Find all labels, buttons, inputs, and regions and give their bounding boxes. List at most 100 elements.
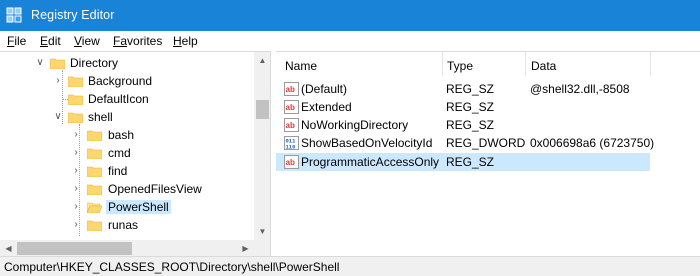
list-header: Name Type Data: [276, 52, 700, 76]
value-type: REG_SZ: [446, 100, 495, 114]
dword-value-icon: 011110: [284, 136, 299, 150]
tree-item-label: find: [108, 164, 128, 178]
tree-item-cmd[interactable]: › cmd: [0, 144, 254, 162]
menu-bar: File Edit View Favorites Help: [0, 31, 700, 51]
column-divider[interactable]: [650, 52, 651, 76]
value-name: (Default): [301, 82, 348, 96]
scrollbar-corner: [254, 240, 270, 256]
column-header-name[interactable]: Name: [285, 59, 317, 73]
menu-help-key: H: [173, 34, 182, 48]
tree-item-defaulticon[interactable]: DefaultIcon: [0, 90, 254, 108]
status-bar: Computer\HKEY_CLASSES_ROOT\Directory\she…: [0, 256, 700, 276]
value-type: REG_SZ: [446, 118, 495, 132]
collapsed-arrow-icon[interactable]: ›: [70, 144, 82, 162]
tree-item-openedfilesview[interactable]: › OpenedFilesView: [0, 180, 254, 198]
expand-arrow-icon[interactable]: ∨: [34, 54, 46, 72]
menu-file-rest: ile: [14, 34, 27, 48]
window-title: Registry Editor: [31, 8, 115, 22]
title-bar[interactable]: Registry Editor: [0, 0, 700, 31]
expand-arrow-icon[interactable]: ∨: [52, 108, 64, 126]
value-row[interactable]: ab (Default) REG_SZ @shell32.dll,-8508: [276, 80, 650, 98]
menu-edit[interactable]: Edit: [40, 34, 61, 48]
tree-item-shell[interactable]: ∨ shell: [0, 108, 254, 126]
value-row[interactable]: ab NoWorkingDirectory REG_SZ: [276, 116, 650, 134]
string-value-icon: ab: [284, 82, 299, 96]
folder-icon: [68, 76, 83, 87]
tree-item-label: Directory: [70, 56, 119, 70]
scroll-down-arrow-icon[interactable]: ▼: [254, 223, 270, 240]
tree-item-powershell[interactable]: › PowerShell: [0, 198, 254, 216]
value-name: NoWorkingDirectory: [301, 118, 409, 132]
registry-path: Computer\HKEY_CLASSES_ROOT\Directory\she…: [4, 260, 340, 274]
folder-icon: [87, 148, 102, 159]
value-row-selected[interactable]: ab ProgrammaticAccessOnly REG_SZ: [276, 153, 650, 171]
collapsed-arrow-icon[interactable]: ›: [70, 198, 82, 216]
tree-vertical-scrollbar[interactable]: ▲ ▼: [254, 52, 270, 240]
menu-edit-rest: dit: [48, 34, 61, 48]
collapsed-arrow-icon[interactable]: ›: [70, 216, 82, 234]
svg-text:ab: ab: [286, 158, 295, 167]
value-type: REG_SZ: [446, 155, 495, 169]
tree-item-bash[interactable]: › bash: [0, 126, 254, 144]
menu-help[interactable]: Help: [173, 34, 198, 48]
key-tree-pane[interactable]: ∨ Directory › Background DefaultIcon ∨ s…: [0, 51, 271, 256]
value-data: @shell32.dll,-8508: [530, 82, 630, 96]
value-row[interactable]: 011 110 ShowBasedOnVelocityId REG_DWORD 0…: [276, 134, 654, 152]
scroll-right-arrow-icon[interactable]: ▶: [237, 240, 254, 256]
tree-item-label: shell: [88, 110, 113, 124]
svg-text:ab: ab: [286, 103, 295, 112]
string-value-icon: ab: [284, 100, 299, 114]
folder-icon: [68, 94, 83, 105]
registry-icon: [6, 7, 22, 23]
column-divider[interactable]: [442, 52, 443, 76]
svg-text:ab: ab: [286, 85, 295, 94]
collapsed-arrow-icon[interactable]: ›: [70, 162, 82, 180]
menu-help-rest: elp: [181, 34, 198, 48]
column-header-data[interactable]: Data: [531, 59, 556, 73]
tree-item-label: cmd: [108, 146, 131, 160]
folder-icon: [68, 112, 83, 123]
values-list-pane[interactable]: Name Type Data ab (Default) REG_SZ @shel…: [276, 51, 700, 256]
scroll-thumb[interactable]: [17, 242, 132, 255]
value-row[interactable]: ab Extended REG_SZ: [276, 98, 650, 116]
value-type: REG_DWORD: [446, 136, 526, 150]
scroll-left-arrow-icon[interactable]: ◀: [0, 240, 17, 256]
folder-icon: [87, 130, 102, 141]
tree-horizontal-scrollbar[interactable]: ◀ ▶: [0, 240, 254, 256]
tree-item-background[interactable]: › Background: [0, 72, 254, 90]
folder-icon: [87, 220, 102, 231]
scroll-thumb[interactable]: [256, 100, 269, 119]
string-value-icon: ab: [284, 155, 299, 169]
tree-item-directory[interactable]: ∨ Directory: [0, 54, 254, 72]
collapsed-arrow-icon[interactable]: ›: [52, 72, 64, 90]
menu-view-key: V: [74, 34, 82, 48]
svg-text:110: 110: [286, 144, 296, 151]
column-header-type[interactable]: Type: [447, 59, 473, 73]
value-name: ShowBasedOnVelocityId: [301, 136, 433, 150]
collapsed-arrow-icon[interactable]: ›: [70, 126, 82, 144]
tree-item-label: Background: [88, 74, 153, 88]
value-type: REG_SZ: [446, 82, 495, 96]
column-divider[interactable]: [525, 52, 526, 76]
menu-view[interactable]: View: [74, 34, 100, 48]
tree-item-runas[interactable]: › runas: [0, 216, 254, 234]
menu-edit-key: E: [40, 34, 49, 48]
tree-item-label: OpenedFilesView: [108, 182, 202, 196]
folder-icon: [50, 58, 65, 69]
menu-favorites[interactable]: Favorites: [113, 34, 162, 48]
value-data: 0x006698a6 (6723750): [530, 136, 655, 150]
menu-file[interactable]: File: [7, 34, 26, 48]
collapsed-arrow-icon[interactable]: ›: [70, 180, 82, 198]
folder-icon: [87, 166, 102, 177]
tree-item-label: bash: [108, 128, 135, 142]
folder-icon: [87, 184, 102, 195]
value-name: Extended: [301, 100, 352, 114]
tree-item-label: runas: [108, 218, 139, 232]
tree-item-find[interactable]: › find: [0, 162, 254, 180]
string-value-icon: ab: [284, 118, 299, 132]
tree-item-label: PowerShell: [106, 200, 171, 214]
value-name: ProgrammaticAccessOnly: [301, 155, 440, 169]
scroll-up-arrow-icon[interactable]: ▲: [254, 52, 270, 69]
menu-view-rest: iew: [81, 34, 100, 48]
open-folder-icon: [87, 202, 102, 213]
